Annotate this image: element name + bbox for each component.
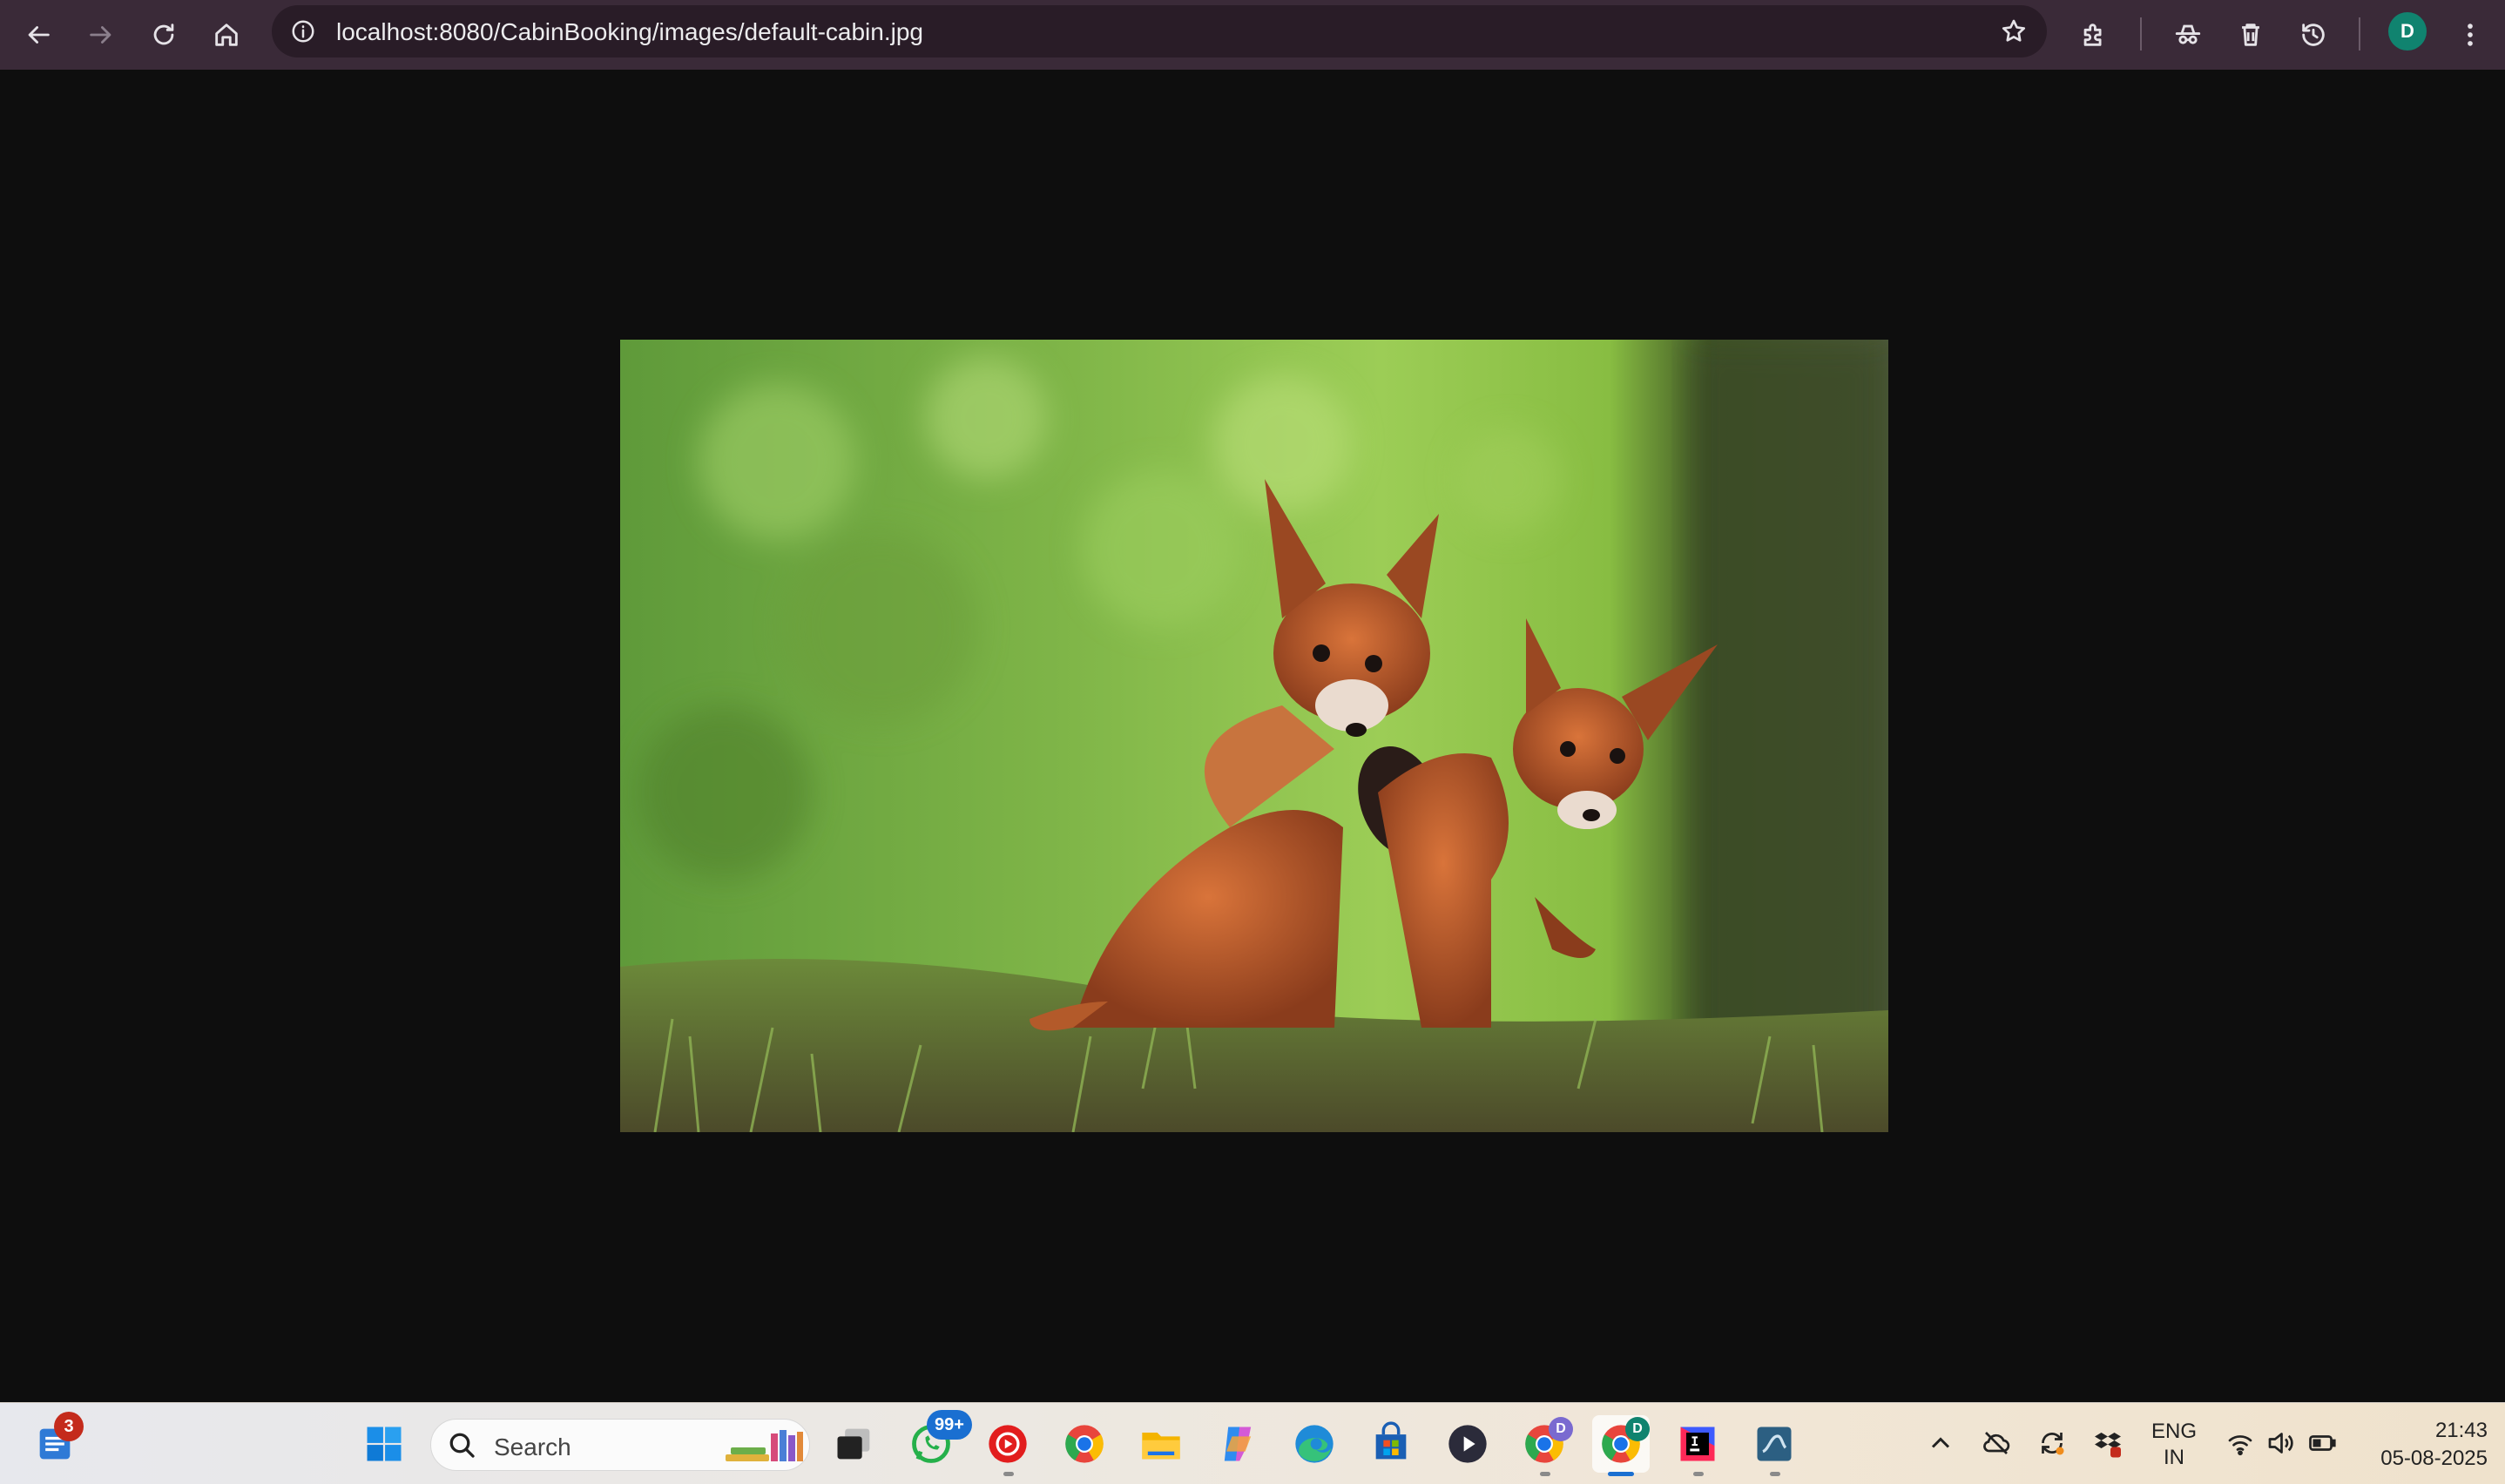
more-menu-icon: [2468, 24, 2473, 46]
back-icon: [28, 26, 50, 44]
taskbar-app-chrome-active[interactable]: D: [1592, 1415, 1650, 1476]
taskbar-search-box[interactable]: Search: [430, 1419, 810, 1471]
forward-icon: [90, 26, 111, 44]
delete-icon: [2242, 24, 2259, 46]
running-indicator: [1770, 1472, 1780, 1476]
history-icon: [2302, 24, 2325, 46]
sync-status[interactable]: [2031, 1422, 2073, 1464]
mysql-workbench-icon: [1757, 1427, 1792, 1461]
taskbar-app-whatsapp[interactable]: 99+: [902, 1410, 972, 1473]
image-viewer: [0, 70, 2505, 1402]
bookmark-star-icon: [2002, 19, 2026, 42]
profile-avatar[interactable]: D: [2388, 12, 2427, 51]
wifi-icon: [2228, 1435, 2252, 1456]
extensions-icon: [2083, 24, 2102, 46]
running-indicator: [1693, 1472, 1704, 1476]
input-language[interactable]: ENG IN: [2146, 1419, 2202, 1471]
wifi-status[interactable]: [2219, 1422, 2261, 1464]
widgets-button[interactable]: 3: [26, 1412, 84, 1473]
intellij-icon: [1680, 1427, 1715, 1461]
taskbar-app-microsoft-store[interactable]: [1362, 1415, 1420, 1473]
search-placeholder: Search: [494, 1433, 571, 1460]
chrome-icon: [1065, 1425, 1104, 1463]
chrome-profile-badge: D: [1549, 1417, 1573, 1441]
active-indicator: [1608, 1472, 1634, 1476]
running-indicator: [1003, 1472, 1014, 1476]
windows-taskbar: 3 Search 99+ D D ENG IN 21:43 05-08-2025: [0, 1402, 2505, 1484]
taskbar-app-chrome[interactable]: [1056, 1415, 1113, 1473]
delete-button[interactable]: [2228, 12, 2273, 57]
taskbar-app-media-player[interactable]: [1439, 1415, 1496, 1473]
taskbar-app-intellij[interactable]: [1669, 1415, 1726, 1476]
media-player-icon: [1448, 1425, 1487, 1463]
show-hidden-icons-button[interactable]: [1920, 1422, 1961, 1464]
back-button[interactable]: [16, 12, 61, 57]
battery-status[interactable]: [2301, 1422, 2343, 1464]
clock-date: 05-08-2025: [2380, 1447, 2488, 1470]
dropbox-icon: [2095, 1433, 2121, 1458]
volume-status[interactable]: [2259, 1422, 2301, 1464]
chrome-active-badge: D: [1625, 1417, 1650, 1441]
microsoft-store-icon: [1375, 1421, 1407, 1460]
toolbar-divider: [2359, 17, 2360, 51]
taskbar-app-file-explorer[interactable]: [1132, 1415, 1190, 1473]
taskbar-app-mysql-workbench[interactable]: [1745, 1415, 1803, 1476]
volume-icon: [2268, 1433, 2293, 1454]
taskbar-app-copilot[interactable]: [1209, 1415, 1266, 1473]
running-indicator: [1540, 1472, 1550, 1476]
battery-icon: [2309, 1435, 2336, 1451]
language-region: IN: [2164, 1446, 2184, 1469]
reload-icon: [153, 24, 174, 45]
forward-button[interactable]: [78, 12, 124, 57]
address-bar[interactable]: localhost:8080/CabinBooking/images/defau…: [272, 5, 2047, 57]
browser-toolbar: localhost:8080/CabinBooking/images/defau…: [0, 0, 2505, 70]
incognito-icon: [2175, 24, 2201, 44]
toolbar-divider: [2140, 17, 2142, 51]
incognito-button[interactable]: [2165, 12, 2211, 57]
taskbar-app-youtube-music[interactable]: [979, 1415, 1036, 1476]
file-explorer-icon: [1142, 1433, 1180, 1460]
reload-button[interactable]: [141, 12, 186, 57]
home-button[interactable]: [204, 12, 249, 57]
chevron-up-icon: [1931, 1437, 1950, 1448]
photo-canvas: [620, 340, 1888, 1132]
windows-logo-icon: [367, 1427, 402, 1461]
cloud-off-icon: [1983, 1432, 2010, 1454]
bookmark-button[interactable]: [1998, 16, 2029, 47]
copilot-icon: [1224, 1427, 1252, 1461]
whatsapp-badge: 99+: [927, 1410, 972, 1440]
url-text[interactable]: localhost:8080/CabinBooking/images/defau…: [336, 19, 923, 45]
start-button[interactable]: [355, 1415, 413, 1473]
extensions-button[interactable]: [2071, 12, 2117, 57]
task-view-icon: [837, 1428, 870, 1460]
taskbar-app-chrome-profile[interactable]: D: [1516, 1415, 1573, 1476]
site-info-button[interactable]: [287, 16, 319, 47]
language-code: ENG: [2151, 1420, 2197, 1443]
task-view-button[interactable]: [826, 1415, 883, 1473]
search-icon: [447, 1430, 478, 1461]
home-icon: [215, 24, 238, 46]
dropbox-status[interactable]: [2087, 1422, 2129, 1464]
clock-time: 21:43: [2434, 1419, 2488, 1442]
taskbar-app-edge[interactable]: [1286, 1415, 1343, 1473]
youtube-music-icon: [989, 1425, 1027, 1463]
edge-icon: [1295, 1425, 1334, 1463]
onedrive-status[interactable]: [1975, 1422, 2017, 1464]
more-menu-button[interactable]: [2448, 12, 2493, 57]
fox-cubs-photo[interactable]: [620, 340, 1888, 1132]
site-info-icon: [292, 20, 314, 43]
search-highlight-books-icon: [726, 1430, 803, 1461]
widgets-badge: 3: [54, 1412, 84, 1441]
sync-icon: [2042, 1433, 2064, 1455]
system-clock[interactable]: 21:43 05-08-2025: [2357, 1417, 2488, 1473]
history-button[interactable]: [2291, 12, 2336, 57]
